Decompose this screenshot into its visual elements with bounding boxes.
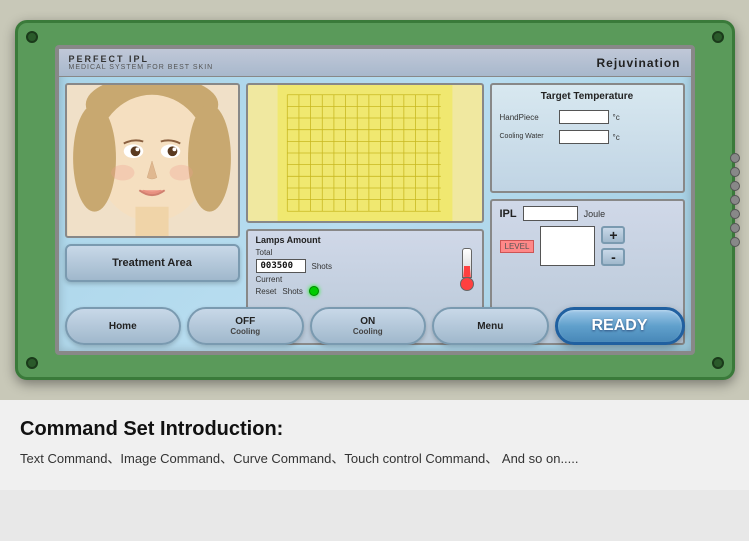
- ipl-row: IPL Joule: [500, 206, 675, 221]
- thermo-bulb: [460, 277, 474, 291]
- face-illustration-svg: [67, 85, 238, 236]
- connector-dot: [730, 195, 740, 205]
- cooling-water-input[interactable]: [559, 130, 609, 144]
- cooling-water-unit: °c: [613, 133, 620, 142]
- handpiece-label: HandPiece: [500, 113, 555, 122]
- target-temp-title: Target Temperature: [500, 91, 675, 102]
- plus-button[interactable]: +: [601, 226, 625, 244]
- section-body-text: Text Command、Image Command、Curve Command…: [20, 451, 579, 466]
- page-wrapper: PERFECT IPL MEDICAL SYSTEM FOR BEST SKIN…: [0, 0, 749, 490]
- cooling-water-label: Cooling Water: [500, 133, 555, 141]
- connector-dot: [730, 153, 740, 163]
- mount-hole-tr: [712, 31, 724, 43]
- indicator-light: [309, 286, 319, 296]
- target-temp-box: Target Temperature HandPiece °c Cooling …: [490, 83, 685, 193]
- treatment-area-button[interactable]: Treatment Area: [65, 244, 240, 282]
- lamps-reset-row: Reset Shots: [256, 286, 450, 296]
- lamps-total-label: Total: [256, 248, 291, 257]
- level-section: LEVEL + -: [500, 226, 675, 266]
- handpiece-row: HandPiece °c: [500, 110, 675, 124]
- grid-svg: [248, 85, 482, 221]
- lamps-title: Lamps Amount: [256, 235, 474, 245]
- menu-button[interactable]: Menu: [432, 307, 549, 345]
- minus-button[interactable]: -: [601, 248, 625, 266]
- ipl-unit: Joule: [584, 209, 606, 219]
- mode-title: Rejuvination: [596, 56, 680, 70]
- mount-hole-bl: [26, 357, 38, 369]
- lamps-value-row: 003500 Shots: [256, 259, 450, 273]
- lamps-current-label: Current: [256, 275, 291, 284]
- middle-column: Lamps Amount Total 003500 Shots: [246, 83, 484, 345]
- handpiece-input[interactable]: [559, 110, 609, 124]
- lamps-shots-label: Shots: [312, 262, 332, 271]
- lamps-reset-label: Reset: [256, 287, 277, 296]
- face-image: [65, 83, 240, 238]
- screen-header: PERFECT IPL MEDICAL SYSTEM FOR BEST SKIN…: [59, 49, 691, 77]
- level-box[interactable]: [540, 226, 595, 266]
- cooling-water-row: Cooling Water °c: [500, 130, 675, 144]
- connector-dot: [730, 181, 740, 191]
- ipl-label: IPL: [500, 208, 517, 220]
- connector-dot: [730, 209, 740, 219]
- lcd-screen: PERFECT IPL MEDICAL SYSTEM FOR BEST SKIN…: [55, 45, 695, 355]
- plus-minus-controls: + -: [601, 226, 625, 266]
- lamps-total-value: 003500: [256, 259, 306, 273]
- connector-dot: [730, 223, 740, 233]
- on-cooling-button[interactable]: ON Cooling: [310, 307, 427, 345]
- brand-subtitle: MEDICAL SYSTEM FOR BEST SKIN: [69, 64, 214, 71]
- section-title: Command Set Introduction:: [20, 418, 729, 441]
- section-body: Text Command、Image Command、Curve Command…: [20, 449, 729, 470]
- connector-dot: [730, 167, 740, 177]
- off-cooling-button[interactable]: OFF Cooling: [187, 307, 304, 345]
- text-section: Command Set Introduction: Text Command、I…: [0, 400, 749, 490]
- thermo-body: [462, 248, 472, 278]
- ipl-input[interactable]: [523, 206, 578, 221]
- ready-button[interactable]: READY: [555, 307, 685, 345]
- device-wrapper: PERFECT IPL MEDICAL SYSTEM FOR BEST SKIN…: [0, 0, 749, 400]
- connector-right: [730, 153, 740, 247]
- grid-area: [246, 83, 484, 223]
- mount-hole-tl: [26, 31, 38, 43]
- handpiece-unit: °c: [613, 113, 620, 122]
- thermometer: [460, 248, 474, 291]
- right-column: Target Temperature HandPiece °c Cooling …: [490, 83, 685, 345]
- lamps-current-row: Current: [256, 275, 450, 284]
- thermo-fill: [464, 266, 470, 277]
- lamps-shots2-label: Shots: [282, 287, 302, 296]
- brand-name: PERFECT IPL: [69, 54, 214, 64]
- level-label: LEVEL: [500, 240, 535, 253]
- connector-dot: [730, 237, 740, 247]
- mount-hole-br: [712, 357, 724, 369]
- bottom-buttons-row: Home OFF Cooling ON Cooling Menu READY: [59, 307, 691, 351]
- home-button[interactable]: Home: [65, 307, 182, 345]
- pcb-board: PERFECT IPL MEDICAL SYSTEM FOR BEST SKIN…: [15, 20, 735, 380]
- left-column: Treatment Area: [65, 83, 240, 345]
- lamps-total-row: Total: [256, 248, 450, 257]
